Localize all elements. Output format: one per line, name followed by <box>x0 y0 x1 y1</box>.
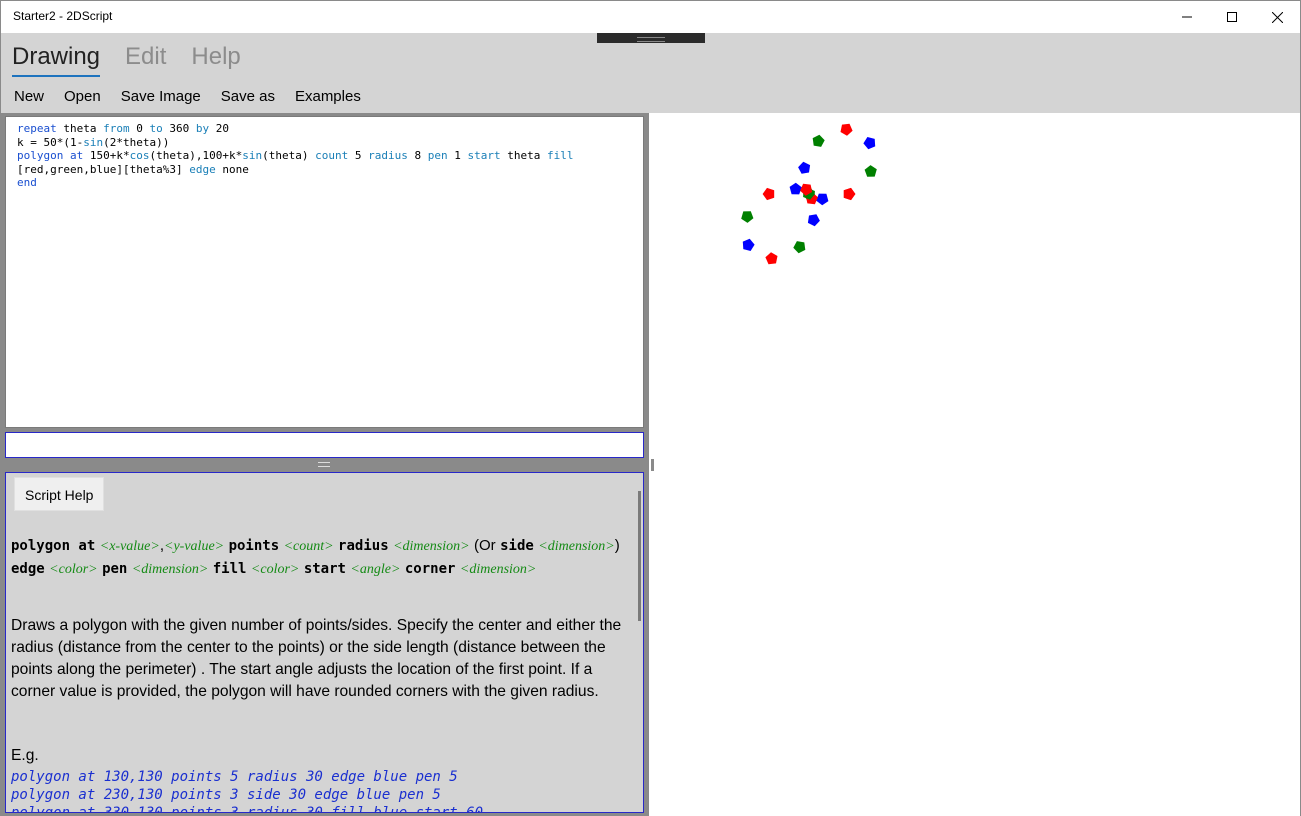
drawn-pentagon <box>793 241 806 254</box>
syntax-param: <x-value> <box>99 539 160 554</box>
syntax-param: <count> <box>283 539 334 554</box>
syntax-text: ) <box>614 537 620 554</box>
drag-grip-handle[interactable] <box>597 33 705 43</box>
help-scrollbar[interactable] <box>638 491 641 621</box>
drawn-pentagon <box>812 134 825 147</box>
syntax-param: <angle> <box>350 562 401 577</box>
title-bar[interactable]: Starter2 - 2DScript <box>1 1 1300 33</box>
window-title: Starter2 - 2DScript <box>13 9 113 23</box>
minimize-icon <box>1182 16 1192 18</box>
app-window: Starter2 - 2DScript Drawing Edit Help Ne… <box>0 0 1301 816</box>
syntax-keyword: fill <box>212 561 247 577</box>
drawn-pentagon <box>742 238 755 251</box>
help-title: Script Help <box>14 477 105 511</box>
drawn-pentagon <box>741 211 754 223</box>
drawing-canvas[interactable] <box>657 113 1300 816</box>
syntax-keyword: pen <box>102 561 128 577</box>
help-description: Draws a polygon with the given number of… <box>11 617 622 700</box>
close-button[interactable] <box>1254 1 1300 33</box>
drawn-pentagon <box>843 187 856 201</box>
tab-strip: Drawing Edit Help <box>12 43 266 77</box>
syntax-keyword: radius <box>338 538 389 554</box>
drawing-surface <box>741 123 877 265</box>
open-button[interactable]: Open <box>64 88 101 105</box>
left-pane: repeat theta from 0 to 360 by 20 k = 50*(… <box>1 113 648 816</box>
drawn-pentagon <box>840 123 853 136</box>
syntax-param: <dimension> <box>459 562 537 577</box>
drawn-pentagon <box>789 182 802 195</box>
drawn-pentagon <box>863 137 876 150</box>
help-examples: polygon at 130,130 points 5 radius 30 ed… <box>11 768 484 813</box>
syntax-param: <dimension> <box>393 539 470 554</box>
menu-bar: New Open Save Image Save as Examples <box>14 88 381 105</box>
new-button[interactable]: New <box>14 88 44 105</box>
help-example-line: polygon at 330,130 points 3 radius 30 fi… <box>11 805 484 813</box>
tab-edit[interactable]: Edit <box>125 43 166 77</box>
help-pane[interactable]: Script Help polygon at <x-value>,<y-valu… <box>5 472 644 813</box>
syntax-keyword: points <box>228 538 280 554</box>
syntax-param: <color> <box>250 562 300 577</box>
syntax-text: (Or <box>473 537 496 554</box>
drawn-pentagon <box>765 252 778 265</box>
drawn-pentagon <box>864 165 877 177</box>
ribbon-header: Drawing Edit Help New Open Save Image Sa… <box>1 33 1300 113</box>
code-line: k = 50*(1-sin(2*theta)) <box>17 135 170 149</box>
maximize-button[interactable] <box>1209 1 1255 33</box>
command-input[interactable] <box>5 432 644 458</box>
help-eg-label: E.g. <box>11 747 39 764</box>
syntax-param: <dimension> <box>131 562 209 577</box>
syntax-param: <y-value> <box>164 539 225 554</box>
syntax-keyword: corner <box>404 561 456 577</box>
syntax-keyword: edge <box>11 561 45 577</box>
drawn-pentagon <box>816 193 829 206</box>
syntax-keyword: start <box>303 561 346 577</box>
help-example-line: polygon at 130,130 points 5 radius 30 ed… <box>11 769 458 785</box>
code-line: end <box>17 176 37 189</box>
syntax-keyword: polygon at <box>11 538 96 554</box>
splitter-grip-icon <box>651 459 654 471</box>
examples-button[interactable]: Examples <box>295 88 361 105</box>
syntax-param: <color> <box>49 562 98 577</box>
code-line: polygon at 150+k*cos(theta),100+k*sin(th… <box>17 149 574 176</box>
script-editor[interactable]: repeat theta from 0 to 360 by 20 k = 50*(… <box>5 116 644 428</box>
drawn-pentagon <box>762 187 775 201</box>
tab-drawing[interactable]: Drawing <box>12 43 101 77</box>
save-image-button[interactable]: Save Image <box>121 88 201 105</box>
help-example-line: polygon at 230,130 points 3 side 30 edge… <box>11 787 441 803</box>
minimize-button[interactable] <box>1164 1 1210 33</box>
horizontal-splitter[interactable] <box>1 459 648 471</box>
close-icon <box>1271 11 1283 23</box>
save-as-button[interactable]: Save as <box>221 88 275 105</box>
splitter-grip-icon <box>318 462 330 467</box>
tab-help[interactable]: Help <box>191 43 240 77</box>
script-code[interactable]: repeat theta from 0 to 360 by 20 k = 50*(… <box>17 122 632 190</box>
help-syntax: polygon at <x-value>,<y-value> points <c… <box>11 535 636 581</box>
drawn-pentagon <box>798 161 811 174</box>
syntax-param: <dimension> <box>538 539 615 554</box>
syntax-keyword: side <box>500 538 534 554</box>
drawn-pentagon <box>807 214 820 227</box>
maximize-icon <box>1227 12 1237 22</box>
code-line: repeat theta from 0 to 360 by 20 <box>17 122 229 135</box>
vertical-splitter[interactable] <box>648 113 657 816</box>
